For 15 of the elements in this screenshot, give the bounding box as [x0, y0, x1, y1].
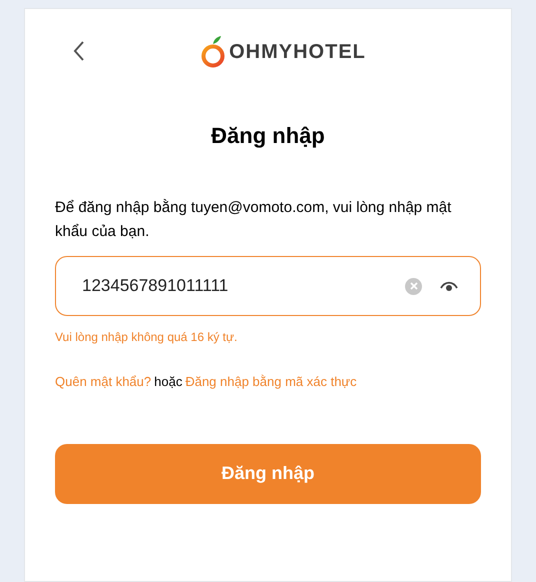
logo-text: OHMYHOTEL	[229, 40, 366, 65]
chevron-left-icon	[73, 40, 85, 62]
forgot-password-link[interactable]: Quên mật khẩu?	[55, 372, 152, 392]
error-text: Vui lòng nhập không quá 16 ký tự.	[55, 329, 238, 346]
fruit-logo-icon	[200, 35, 226, 69]
or-text: hoặc	[154, 373, 182, 391]
otp-login-link[interactable]: Đăng nhập bằng mã xác thực	[185, 372, 357, 392]
eye-icon	[440, 280, 458, 292]
show-password-button[interactable]	[440, 280, 458, 292]
password-input[interactable]: 1234567891011111	[82, 273, 405, 299]
close-icon	[410, 282, 418, 290]
login-button[interactable]: Đăng nhập	[55, 444, 481, 504]
instruction-text: Để đăng nhập bằng tuyen@vomoto.com, vui lòng nhập mật khẩu của bạn.	[55, 198, 452, 242]
page-title: Đăng nhập	[210, 122, 326, 150]
password-field[interactable]: 1234567891011111	[55, 256, 481, 316]
